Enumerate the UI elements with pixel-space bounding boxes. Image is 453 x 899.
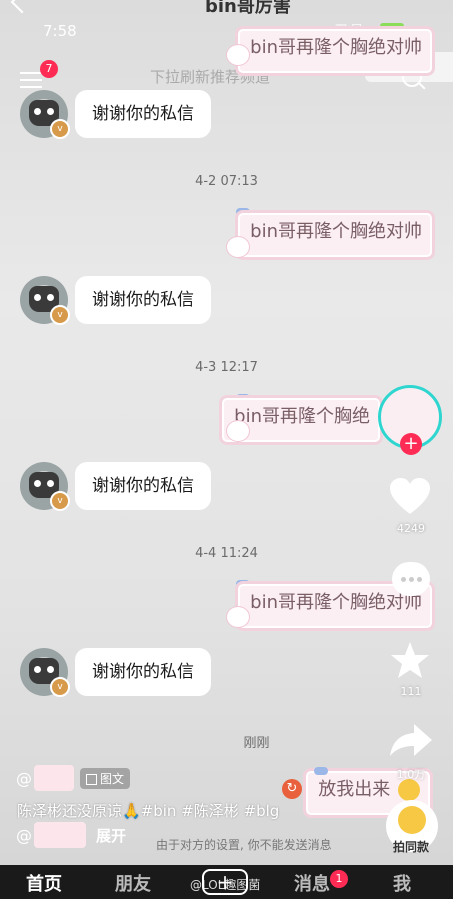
nav-home[interactable]: 首页 xyxy=(26,870,62,896)
image-text-icon xyxy=(86,773,97,785)
verified-badge: v xyxy=(50,677,70,697)
comment-icon[interactable] xyxy=(392,562,430,596)
like-heart-icon[interactable] xyxy=(390,478,430,516)
messages-badge: 1 xyxy=(330,870,348,888)
message-out-text: bin哥再隆个胸绝对帅 xyxy=(250,221,422,242)
verified-badge: v xyxy=(50,305,70,325)
bunny-sticker-icon xyxy=(226,420,250,442)
share-arrow-icon[interactable] xyxy=(390,722,432,758)
message-out-text: 放我出来 xyxy=(318,779,391,800)
app-screen: bin哥厉害 7:58 丑具 7 下拉刷新推荐频道 本月留言 bin哥再隆个胸绝… xyxy=(0,0,453,865)
share-count: 1.0万 xyxy=(396,768,426,781)
favorite-count: 111 xyxy=(400,685,422,698)
post-caption[interactable]: 陈泽彬还没原谅🙏#bin #陈泽彬 #blg xyxy=(17,800,279,821)
chat-title: bin哥厉害 xyxy=(205,0,291,17)
back-arrow-icon[interactable] xyxy=(10,0,34,14)
expand-link[interactable]: 展开 xyxy=(96,825,126,846)
avatar[interactable]: v xyxy=(20,462,70,511)
timestamp: 4-4 11:24 xyxy=(195,546,258,561)
post-type-label: 图文 xyxy=(100,771,125,786)
at-symbol: @ xyxy=(16,768,32,788)
message-out-text: bin哥再隆个胸绝对帅 xyxy=(250,592,422,613)
mention-sticker-icon xyxy=(34,822,86,848)
nav-messages[interactable]: 消息 xyxy=(294,870,330,896)
status-time: 7:58 xyxy=(43,22,77,40)
message-out-text: bin哥再隆个胸绝 xyxy=(234,406,370,427)
timestamp: 4-3 12:17 xyxy=(195,360,258,375)
bunny-sticker-icon xyxy=(226,44,250,66)
same-style-emoji-icon xyxy=(398,806,426,834)
same-style-label: 拍同款 xyxy=(392,840,429,854)
nav-me[interactable]: 我 xyxy=(393,870,411,896)
verified-badge: v xyxy=(50,491,70,511)
avatar[interactable]: v xyxy=(20,648,70,697)
message-out: bin哥再隆个胸绝对帅 xyxy=(235,210,435,260)
message-in: 谢谢你的私信 xyxy=(75,462,211,510)
verified-badge: v xyxy=(50,119,70,139)
crying-emoji-icon xyxy=(398,779,420,801)
watermark: @LOL趣图菌 xyxy=(190,878,261,892)
message-in: 谢谢你的私信 xyxy=(75,90,211,138)
resend-icon[interactable]: ↻ xyxy=(282,779,302,799)
timestamp: 4-2 07:13 xyxy=(195,174,258,189)
blocked-notice: 由于对方的设置, 你不能发送消息 xyxy=(156,838,332,852)
author-sticker-icon xyxy=(34,765,74,791)
like-count: 4249 xyxy=(397,522,425,535)
message-out-text: bin哥再隆个胸绝对帅 xyxy=(250,37,422,58)
message-in: 谢谢你的私信 xyxy=(75,276,211,324)
avatar[interactable]: v xyxy=(20,90,70,139)
bow-sticker-icon xyxy=(314,767,328,775)
menu-badge: 7 xyxy=(40,60,58,78)
avatar[interactable]: v xyxy=(20,276,70,325)
follow-plus-icon[interactable]: + xyxy=(400,433,422,455)
bunny-sticker-icon xyxy=(226,606,250,628)
nav-friends[interactable]: 朋友 xyxy=(115,870,151,896)
message-out-top: bin哥再隆个胸绝对帅 xyxy=(235,26,435,76)
favorite-star-icon[interactable] xyxy=(390,640,430,680)
bunny-sticker-icon xyxy=(226,236,250,258)
post-type-tag: 图文 xyxy=(80,767,131,789)
search-icon-handle xyxy=(418,82,426,90)
author-mention[interactable]: @ 图文 xyxy=(16,765,131,791)
message-in: 谢谢你的私信 xyxy=(75,648,211,696)
mention-expand[interactable]: @ 展开 xyxy=(16,822,126,848)
at-symbol: @ xyxy=(16,825,32,845)
